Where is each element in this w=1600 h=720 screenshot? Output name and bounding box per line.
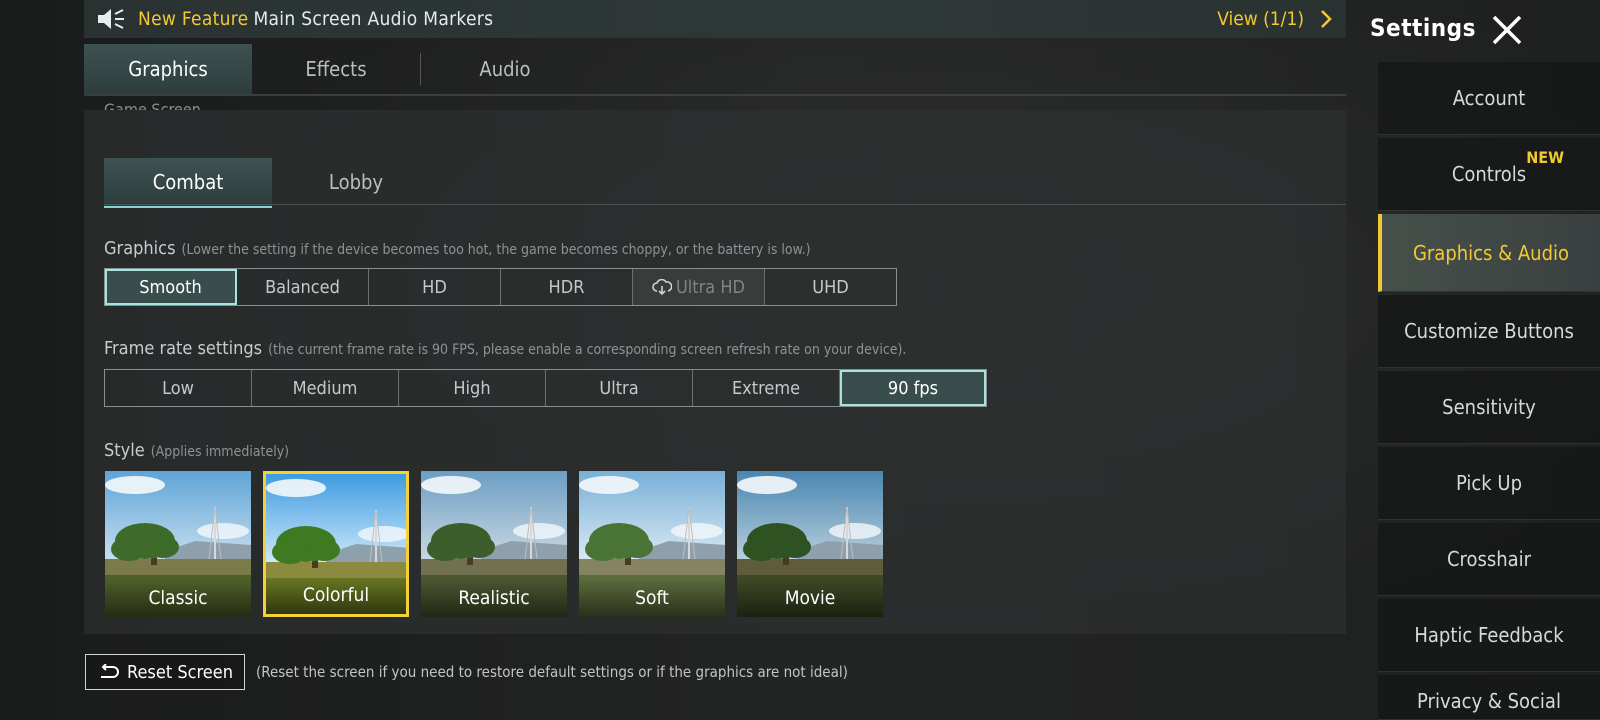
screen-subtabs: Combat Lobby [104, 158, 440, 208]
style-option-soft[interactable]: Soft [579, 471, 725, 617]
graphics-label: Graphics [104, 238, 176, 259]
sidebar-item-label: Controls [1451, 162, 1527, 186]
subtab-combat[interactable]: Combat [104, 158, 272, 208]
graphics-option-uhd[interactable]: UHD [765, 269, 896, 305]
sidebar-item-label: Haptic Feedback [1414, 623, 1564, 647]
style-option-realistic[interactable]: Realistic [421, 471, 567, 617]
sidebar-item-label: Sensitivity [1442, 395, 1536, 419]
frame-rate-option-medium[interactable]: Medium [252, 370, 399, 406]
style-label: Style [104, 440, 145, 461]
style-option-classic[interactable]: Classic [105, 471, 251, 617]
style-caption: Colorful [266, 576, 406, 614]
sidebar-item-label: Pick Up [1455, 471, 1523, 495]
style-section-label: Style (Applies immediately) [104, 440, 289, 461]
style-caption: Realistic [421, 579, 567, 617]
frame-rate-hint: (the current frame rate is 90 FPS, pleas… [268, 342, 907, 358]
graphics-option-hdr[interactable]: HDR [501, 269, 633, 305]
frame-rate-option-low[interactable]: Low [105, 370, 252, 406]
graphics-section-label: Graphics (Lower the setting if the device… [104, 238, 811, 259]
sidebar-item-privacy-social[interactable]: Privacy & Social [1378, 675, 1600, 720]
sidebar-item-sensitivity[interactable]: Sensitivity [1378, 371, 1600, 444]
settings-sidebar: Account Controls NEW Graphics & Audio Cu… [1378, 62, 1600, 720]
subtabs-divider [104, 204, 1346, 205]
announcement-tag: New Feature [138, 8, 249, 30]
tab-graphics[interactable]: Graphics [84, 44, 252, 96]
sidebar-item-crosshair[interactable]: Crosshair [1378, 523, 1600, 596]
frame-rate-label: Frame rate settings [104, 338, 263, 359]
settings-title: Settings [1370, 14, 1476, 42]
graphics-option-hd[interactable]: HD [369, 269, 501, 305]
style-caption: Classic [105, 579, 251, 617]
graphics-option-smooth[interactable]: Smooth [105, 269, 237, 305]
reset-icon [101, 664, 119, 678]
announcement-bar[interactable]: New Feature Main Screen Audio Markers Vi… [84, 0, 1346, 38]
frame-rate-option-ultra[interactable]: Ultra [546, 370, 693, 406]
style-caption: Movie [737, 579, 883, 617]
close-icon[interactable] [1490, 13, 1524, 47]
section-title-partial: Game Screen [104, 100, 201, 110]
tab-effects[interactable]: Effects [252, 44, 420, 94]
sidebar-item-label: Customize Buttons [1404, 319, 1574, 343]
tabs-divider [84, 94, 1346, 96]
sidebar-item-label: Account [1452, 86, 1526, 110]
new-badge: NEW [1526, 148, 1564, 167]
style-caption: Soft [579, 579, 725, 617]
graphics-option-ultra-hd[interactable]: Ultra HD [633, 269, 765, 305]
main-tabs: Graphics Effects Audio [84, 44, 589, 96]
sidebar-item-haptic-feedback[interactable]: Haptic Feedback [1378, 599, 1600, 672]
sidebar-item-label: Crosshair [1446, 547, 1532, 571]
reset-screen-button[interactable]: Reset Screen [85, 654, 245, 690]
sidebar-item-graphics-audio[interactable]: Graphics & Audio [1378, 214, 1600, 292]
sidebar-item-customize-buttons[interactable]: Customize Buttons [1378, 295, 1600, 368]
announcement-title: Main Screen Audio Markers [253, 8, 494, 30]
style-option-colorful[interactable]: Colorful [263, 471, 409, 617]
cloud-download-icon [652, 279, 672, 295]
reset-hint: (Reset the screen if you need to restore… [256, 663, 848, 681]
style-option-movie[interactable]: Movie [737, 471, 883, 617]
tab-audio[interactable]: Audio [421, 44, 589, 94]
style-hint: (Applies immediately) [150, 444, 290, 460]
sidebar-item-pick-up[interactable]: Pick Up [1378, 447, 1600, 520]
sidebar-item-label: Graphics & Audio [1412, 240, 1570, 265]
sidebar-item-controls[interactable]: Controls NEW [1378, 138, 1600, 211]
subtab-lobby[interactable]: Lobby [272, 158, 440, 206]
graphics-quality-selector: Smooth Balanced HD HDR Ultra HD UHD [104, 268, 897, 306]
frame-rate-option-extreme[interactable]: Extreme [693, 370, 840, 406]
announcement-view-link[interactable]: View (1/1) [1217, 8, 1304, 30]
frame-rate-option-high[interactable]: High [399, 370, 546, 406]
speaker-icon [98, 9, 124, 29]
graphics-hint: (Lower the setting if the device becomes… [181, 242, 811, 258]
sidebar-item-account[interactable]: Account [1378, 62, 1600, 135]
graphics-option-balanced[interactable]: Balanced [237, 269, 369, 305]
chevron-right-icon[interactable] [1320, 9, 1332, 29]
frame-rate-option-90fps[interactable]: 90 fps [840, 370, 986, 406]
style-options: Classic Colorful Realistic Soft Movie [105, 471, 895, 617]
sidebar-item-label: Privacy & Social [1417, 689, 1561, 713]
reset-screen-label: Reset Screen [127, 661, 233, 683]
frame-rate-section-label: Frame rate settings (the current frame ra… [104, 338, 906, 359]
frame-rate-selector: Low Medium High Ultra Extreme 90 fps [104, 369, 987, 407]
ultra-hd-label: Ultra HD [675, 276, 746, 298]
